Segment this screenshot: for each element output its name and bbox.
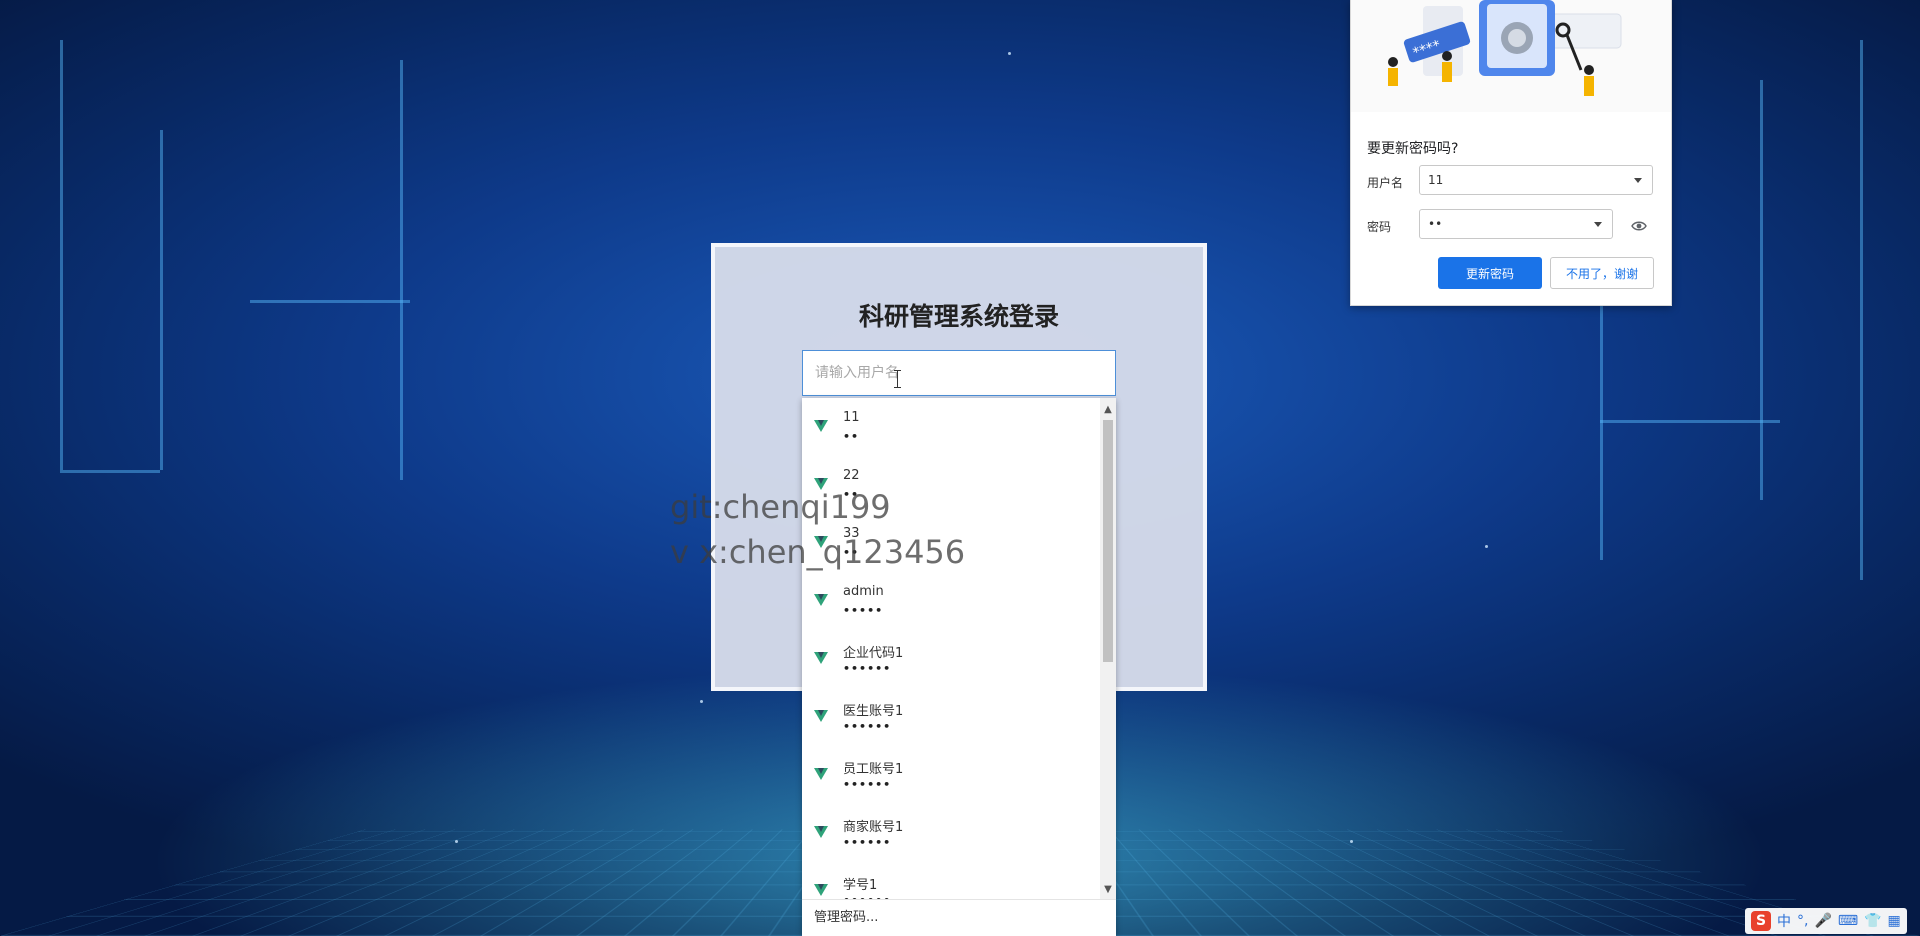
update-password-button[interactable]: 更新密码 <box>1438 257 1542 289</box>
suggestion-username: 员工账号1 <box>843 762 904 777</box>
ime-punctuation-toggle[interactable]: °, <box>1797 913 1808 929</box>
sogou-logo-icon[interactable]: S <box>1751 911 1771 931</box>
password-select-value: •• <box>1428 217 1443 231</box>
suggestion-password: •••••• <box>843 836 892 849</box>
circuit-line <box>400 60 403 480</box>
dismiss-button[interactable]: 不用了，谢谢 <box>1550 257 1654 289</box>
username-select-value: 11 <box>1428 173 1444 187</box>
popup-title: 要更新密码吗? <box>1367 141 1459 157</box>
suggestion-username: 医生账号1 <box>843 704 904 719</box>
password-label: 密码 <box>1367 220 1392 234</box>
watermark-line: git:chenqi199 <box>670 488 891 526</box>
username-label: 用户名 <box>1367 176 1404 190</box>
suggestion-password: •••••• <box>843 662 892 675</box>
circuit-line <box>1860 40 1863 580</box>
list-item[interactable]: 商家账号1 •••••• <box>802 804 1098 862</box>
suggestion-password: •••••• <box>843 778 892 791</box>
star <box>1485 545 1488 548</box>
vue-logo-icon <box>814 710 828 722</box>
eye-icon[interactable] <box>1631 218 1647 234</box>
chevron-down-icon <box>1634 178 1642 183</box>
autocomplete-list: 11 •• 22 •• 33 •• admin ••••• 企业代码1 ••••… <box>802 398 1098 900</box>
suggestion-password: ••••• <box>843 604 884 617</box>
star <box>1350 840 1353 843</box>
circuit-line <box>1760 80 1763 500</box>
circuit-line <box>60 470 160 473</box>
star <box>700 700 703 703</box>
suggestion-username: admin <box>843 584 884 599</box>
autocomplete-dropdown[interactable]: 11 •• 22 •• 33 •• admin ••••• 企业代码1 ••••… <box>802 398 1116 936</box>
circuit-line <box>250 300 410 303</box>
keyboard-icon[interactable]: ⌨ <box>1838 913 1858 929</box>
suggestion-username: 22 <box>843 468 860 483</box>
password-select[interactable]: •• <box>1419 209 1613 239</box>
scroll-down-icon[interactable]: ▼ <box>1100 882 1116 898</box>
ime-language-toggle[interactable]: 中 <box>1777 911 1791 931</box>
circuit-line <box>1600 300 1603 560</box>
manage-passwords-link[interactable]: 管理密码... <box>802 899 1116 936</box>
vue-logo-icon <box>814 884 828 896</box>
suggestion-username: 11 <box>843 410 860 425</box>
suggestion-password: •••••• <box>843 720 892 733</box>
list-item[interactable]: 学号1 •••••• <box>802 862 1098 900</box>
microphone-icon[interactable]: 🎤 <box>1814 913 1831 929</box>
scroll-thumb[interactable] <box>1103 420 1113 662</box>
text-cursor-icon <box>894 370 901 388</box>
vue-logo-icon <box>814 768 828 780</box>
chevron-down-icon <box>1594 222 1602 227</box>
list-item[interactable]: 企业代码1 •••••• <box>802 630 1098 688</box>
list-item[interactable]: 员工账号1 •••••• <box>802 746 1098 804</box>
vue-logo-icon <box>814 652 828 664</box>
list-item[interactable]: 11 •• <box>802 398 1098 456</box>
update-password-popup: **** 要更新密码吗? 用户名 11 密码 •• 更新密码 不用了，谢谢 <box>1350 0 1672 306</box>
circuit-line <box>160 130 163 470</box>
scroll-up-icon[interactable]: ▲ <box>1100 402 1116 418</box>
username-input[interactable] <box>802 350 1116 396</box>
skin-icon[interactable]: 👕 <box>1864 913 1881 929</box>
star <box>455 840 458 843</box>
list-item[interactable]: 医生账号1 •••••• <box>802 688 1098 746</box>
password-illustration: **** <box>1351 0 1671 112</box>
toolbox-icon[interactable]: ▦ <box>1888 913 1901 929</box>
username-select[interactable]: 11 <box>1419 165 1653 195</box>
suggestion-password: •• <box>843 430 860 443</box>
vue-logo-icon <box>814 826 828 838</box>
suggestion-username: 企业代码1 <box>843 646 904 661</box>
circuit-line <box>1600 420 1780 423</box>
star <box>1008 52 1011 55</box>
login-title: 科研管理系统登录 <box>858 302 1059 331</box>
ime-toolbar[interactable]: S 中 °, 🎤 ⌨ 👕 ▦ <box>1745 908 1907 934</box>
list-item[interactable]: admin ••••• <box>802 572 1098 630</box>
suggestion-username: 学号1 <box>843 878 878 893</box>
circuit-line <box>60 40 63 470</box>
watermark-line: v x:chen_q123456 <box>670 533 966 571</box>
vue-logo-icon <box>814 420 828 432</box>
scrollbar[interactable]: ▲ ▼ <box>1100 398 1116 900</box>
suggestion-username: 商家账号1 <box>843 820 904 835</box>
vue-logo-icon <box>814 594 828 606</box>
